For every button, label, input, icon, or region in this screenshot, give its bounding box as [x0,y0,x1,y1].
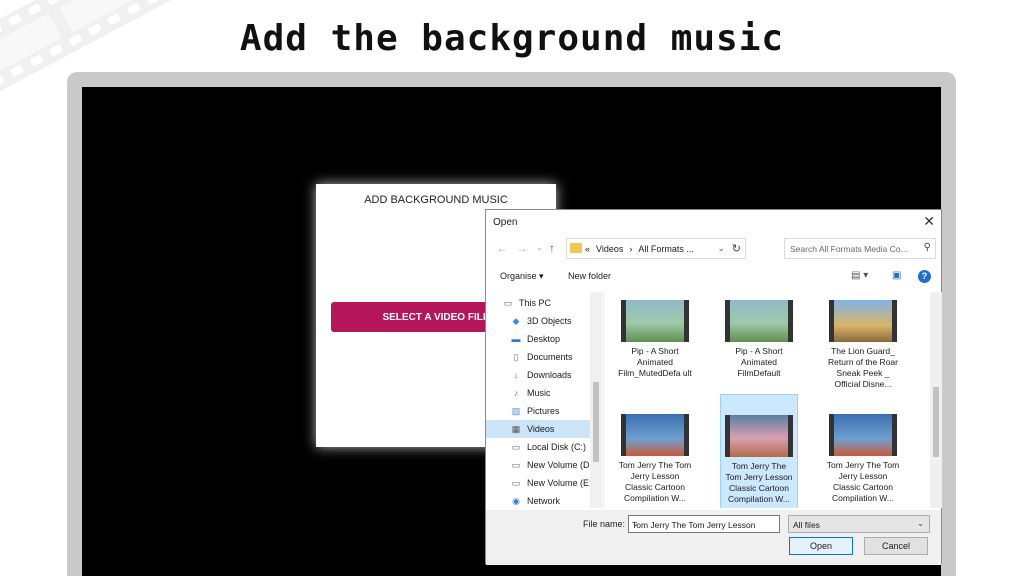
back-arrow-icon[interactable]: ← [496,241,508,255]
video-thumbnail [829,300,897,342]
file-caption: Tom Jerry The Tom Jerry Lesson Classic C… [826,460,900,503]
chevron-down-icon[interactable]: ⌄ [632,519,775,528]
address-bar-row: ← → ⌄ ↑ « Videos › All Formats ... ⌄ ↻ S… [486,238,941,260]
nav-item-label: Documents [527,352,573,362]
new-folder-button[interactable]: New folder [568,271,611,281]
video-thumbnail [621,414,689,456]
nav-item-downloads[interactable]: ↓ Downloads [486,366,596,384]
preview-pane-icon[interactable]: ▣ [892,270,901,281]
page-headline: Add the background music [239,18,785,59]
help-icon[interactable]: ? [918,270,931,283]
file-name-field[interactable]: Tom Jerry The Tom Jerry Lesson ⌄ [628,515,780,533]
computer-icon: ▭ [503,297,513,308]
video-icon: ▦ [511,423,521,434]
video-thumbnail [725,415,793,457]
navigation-pane: ▭ This PC ◆ 3D Objects ▬ Desktop ▯ Documents ↓ Do… [486,292,604,508]
folder-icon [570,243,582,253]
nav-item-label: This PC [519,298,552,308]
drive-icon: ▭ [511,441,521,452]
network-icon: ◉ [512,495,520,506]
nav-item-desktop[interactable]: ▬ Desktop [486,330,596,348]
dialog-footer: File name: Tom Jerry The Tom Jerry Lesso… [486,510,941,565]
organise-menu[interactable]: Organise ▾ [500,271,544,282]
refresh-icon[interactable]: ↻ [732,242,741,255]
search-placeholder: Search All Formats Media Co... [790,244,908,254]
search-input[interactable]: Search All Formats Media Co... ⚲ [784,238,936,259]
cancel-button[interactable]: Cancel [864,537,928,555]
nav-item-label: New Volume (D: [527,460,593,470]
nav-item-label: Desktop [527,334,561,344]
video-thumbnail [829,414,897,456]
breadcrumb-separator: › [629,244,633,254]
file-item[interactable]: The Lion Guard_ Return of the Roar Sneak… [824,298,902,390]
search-icon: ⚲ [923,242,931,253]
picture-icon: ▨ [511,405,521,416]
nav-item-label: Local Disk (C:) [527,442,587,452]
file-item[interactable]: Pip - A Short Animated FilmDefault [720,298,798,379]
nav-item-label: 3D Objects [527,316,572,326]
file-item[interactable]: Tom Jerry The Tom Jerry Lesson Classic C… [824,412,902,504]
dialog-titlebar: Open ✕ [486,210,941,234]
nav-item-label: Music [527,388,551,398]
video-thumbnail [725,300,793,342]
file-type-select[interactable]: All files ⌄ [788,515,930,533]
file-name-label: File name: [583,519,626,529]
file-item[interactable]: Tom Jerry The Tom Jerry Lesson Classic C… [616,412,694,504]
file-caption: Tom Jerry The Tom Jerry Lesson Classic C… [725,461,793,504]
chevron-down-icon[interactable]: ⌄ [917,519,924,528]
music-icon: ♪ [513,388,519,398]
file-caption: The Lion Guard_ Return of the Roar Sneak… [828,346,898,389]
file-list: Pip - A Short Animated Film_MutedDefa ul… [606,292,930,508]
drive-icon: ▭ [511,477,521,488]
breadcrumb-videos[interactable]: Videos [596,244,623,254]
nav-item-new-volume-e[interactable]: ▭ New Volume (E:) [486,474,596,492]
nav-item-music[interactable]: ♪ Music [486,384,596,402]
drive-icon: ▭ [511,459,521,470]
chevron-down-icon[interactable]: ⌄ [717,243,725,254]
address-box[interactable]: « Videos › All Formats ... ⌄ ↻ [566,238,746,259]
breadcrumb: « Videos › All Formats ... [585,244,694,254]
forward-arrow-icon[interactable]: → [516,241,528,255]
close-icon[interactable]: ✕ [923,213,935,230]
page: Add the background music ADD BACKGROUND … [0,0,1024,576]
nav-item-label: Downloads [527,370,572,380]
app-title: ADD BACKGROUND MUSIC [364,194,508,206]
file-type-value: All files [793,520,820,530]
nav-item-label: Videos [527,424,555,434]
view-options-icon[interactable]: ▤ ▾ [851,270,868,281]
download-icon: ↓ [513,370,519,380]
cube-icon: ◆ [512,315,520,326]
nav-item-network[interactable]: ◉ Network [486,492,596,508]
video-thumbnail [621,300,689,342]
nav-scrollbar[interactable] [590,292,602,508]
nav-item-label: Network [527,496,561,506]
nav-item-3d-objects[interactable]: ◆ 3D Objects [486,312,596,330]
nav-item-label: Pictures [527,406,560,416]
file-caption: Pip - A Short Animated FilmDefault [735,346,783,378]
file-scrollbar[interactable] [930,292,942,508]
dialog-title: Open [493,217,518,228]
file-item[interactable]: Tom Jerry The Tom Jerry Lesson Classic C… [720,394,798,508]
desktop-icon: ▬ [511,334,521,344]
breadcrumb-overflow[interactable]: « [585,244,590,254]
open-dialog: Open ✕ ← → ⌄ ↑ « Videos › All Formats ..… [485,209,942,565]
dialog-toolbar: Organise ▾ New folder ▤ ▾ ▣ ? [486,266,941,288]
file-caption: Tom Jerry The Tom Jerry Lesson Classic C… [618,460,692,503]
nav-item-new-volume-d[interactable]: ▭ New Volume (D: [486,456,596,474]
up-arrow-icon[interactable]: ↑ [549,241,555,255]
nav-item-videos[interactable]: ▦ Videos [486,420,596,438]
document-icon: ▯ [513,351,519,362]
nav-item-label: New Volume (E:) [527,478,595,488]
nav-item-this-pc[interactable]: ▭ This PC [486,294,596,312]
nav-item-local-disk-c[interactable]: ▭ Local Disk (C:) [486,438,596,456]
file-item[interactable]: Pip - A Short Animated Film_MutedDefa ul… [616,298,694,379]
breadcrumb-all-formats[interactable]: All Formats ... [638,244,694,254]
nav-item-documents[interactable]: ▯ Documents [486,348,596,366]
file-caption: Pip - A Short Animated Film_MutedDefa ul… [618,346,692,378]
nav-item-pictures[interactable]: ▨ Pictures [486,402,596,420]
recent-dropdown-icon[interactable]: ⌄ [536,243,543,252]
open-button[interactable]: Open [789,537,853,555]
